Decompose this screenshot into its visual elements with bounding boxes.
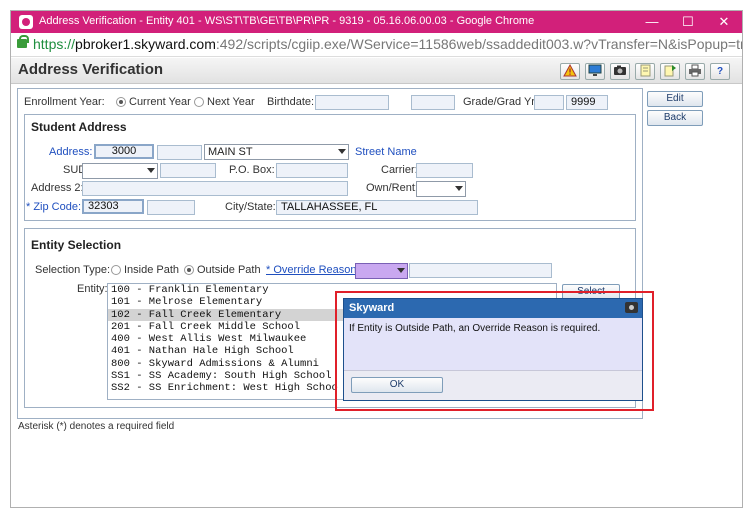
- student-address-title: Student Address: [31, 120, 127, 134]
- city-state-field[interactable]: TALLAHASSEE, FL: [276, 200, 478, 215]
- refresh-icon[interactable]: [660, 63, 680, 80]
- zip-code-label: * Zip Code:: [26, 201, 82, 213]
- lock-icon: [17, 35, 29, 48]
- back-button[interactable]: Back: [647, 110, 703, 126]
- carrier-field[interactable]: [416, 163, 473, 178]
- chevron-down-icon: [397, 268, 405, 273]
- birthdate-field[interactable]: [315, 95, 389, 110]
- po-box-field[interactable]: [276, 163, 348, 178]
- next-year-radio[interactable]: [194, 97, 204, 107]
- browser-window: Address Verification - Entity 401 - WS\S…: [10, 10, 743, 508]
- address-label: Address:: [49, 146, 93, 158]
- student-address-panel: Student Address Address: 3000 MAIN ST St…: [24, 114, 636, 221]
- birthdate-label: Birthdate:: [267, 96, 315, 108]
- override-reason-select[interactable]: [355, 263, 408, 279]
- zip-code-field[interactable]: 32303: [82, 199, 144, 214]
- required-field-note: Asterisk (*) denotes a required field: [18, 421, 175, 432]
- camera-icon[interactable]: [625, 302, 638, 313]
- address2-field[interactable]: [82, 181, 348, 196]
- outside-path-label: Outside Path: [197, 264, 261, 276]
- address2-label: Address 2:: [31, 182, 84, 194]
- birthdate-extra-field[interactable]: [411, 95, 455, 110]
- sud-extra-field[interactable]: [160, 163, 216, 178]
- outside-path-radio[interactable]: [184, 265, 194, 275]
- chevron-down-icon: [147, 168, 155, 173]
- url-scheme: https://: [33, 36, 76, 52]
- entity-selection-title: Entity Selection: [31, 238, 122, 252]
- window-titlebar: Address Verification - Entity 401 - WS\S…: [11, 11, 742, 33]
- window-title: Address Verification - Entity 401 - WS\S…: [39, 15, 535, 27]
- city-state-label: City/State:: [225, 201, 276, 213]
- minimize-button[interactable]: —: [634, 11, 670, 33]
- url-text[interactable]: https://pbroker1.skyward.com:492/scripts…: [33, 36, 742, 52]
- help-icon[interactable]: ?: [710, 63, 730, 80]
- alert-dialog: Skyward If Entity is Outside Path, an Ov…: [343, 298, 643, 401]
- maximize-button[interactable]: ☐: [670, 11, 706, 33]
- carrier-label: Carrier:: [381, 164, 418, 176]
- next-year-label: Next Year: [207, 96, 255, 108]
- page-header: Address Verification ?: [11, 58, 742, 84]
- alert-icon[interactable]: [560, 63, 580, 80]
- camera-icon[interactable]: [610, 63, 630, 80]
- current-year-radio[interactable]: [116, 97, 126, 107]
- dialog-body: If Entity is Outside Path, an Override R…: [344, 318, 642, 370]
- entity-label: Entity:: [77, 283, 108, 295]
- enrollment-year-label: Enrollment Year:: [24, 96, 105, 108]
- chevron-down-icon: [338, 149, 346, 154]
- inside-path-label: Inside Path: [124, 264, 180, 276]
- street-select[interactable]: MAIN ST: [204, 144, 349, 160]
- po-box-label: P.O. Box:: [229, 164, 275, 176]
- street-value: MAIN ST: [208, 146, 253, 158]
- address-bar[interactable]: https://pbroker1.skyward.com:492/scripts…: [11, 33, 742, 57]
- address-prefix-field[interactable]: [157, 145, 202, 160]
- zip-extension-field[interactable]: [147, 200, 195, 215]
- street-name-label: Street Name: [355, 146, 417, 158]
- close-button[interactable]: ✕: [706, 11, 742, 33]
- chrome-app-icon: [19, 15, 33, 29]
- ok-button[interactable]: OK: [351, 377, 443, 393]
- edit-button[interactable]: Edit: [647, 91, 703, 107]
- dialog-title: Skyward: [349, 302, 395, 314]
- monitor-icon[interactable]: [585, 63, 605, 80]
- selection-type-label: Selection Type:: [35, 264, 111, 276]
- inside-path-radio[interactable]: [111, 265, 121, 275]
- dialog-header: Skyward: [344, 299, 642, 318]
- grade-field[interactable]: [534, 95, 564, 110]
- page-title: Address Verification: [18, 61, 164, 78]
- print-icon[interactable]: [685, 63, 705, 80]
- dialog-footer: OK: [344, 370, 642, 400]
- notes-icon[interactable]: [635, 63, 655, 80]
- url-path: :492/scripts/cgiip.exe/WService=11586web…: [215, 36, 742, 52]
- grad-year-field[interactable]: 9999: [566, 95, 608, 110]
- grade-label: Grade/Grad Yr:: [463, 96, 538, 108]
- url-host: pbroker1.skyward.com: [75, 36, 216, 52]
- override-reason-field[interactable]: [409, 263, 552, 278]
- sud-select[interactable]: [82, 163, 158, 179]
- override-reason-label[interactable]: * Override Reason:: [266, 264, 360, 276]
- current-year-label: Current Year: [129, 96, 191, 108]
- own-rent-label: Own/Rent:: [366, 182, 418, 194]
- own-rent-select[interactable]: [416, 181, 466, 197]
- chevron-down-icon: [455, 186, 463, 191]
- dialog-message: If Entity is Outside Path, an Override R…: [349, 323, 601, 334]
- address-number-field[interactable]: 3000: [94, 144, 154, 159]
